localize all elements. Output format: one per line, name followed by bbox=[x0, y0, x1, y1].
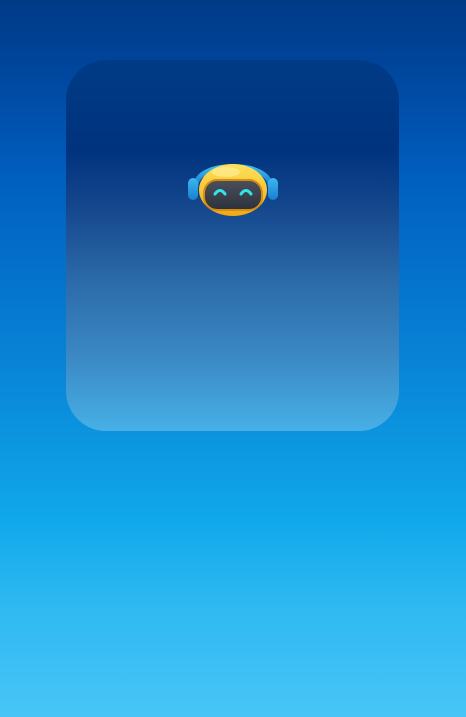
hero-card bbox=[66, 60, 399, 431]
robot-mascot-icon bbox=[186, 146, 280, 220]
app-screen: { "screen": { "background_top": "#003a86… bbox=[0, 0, 466, 717]
